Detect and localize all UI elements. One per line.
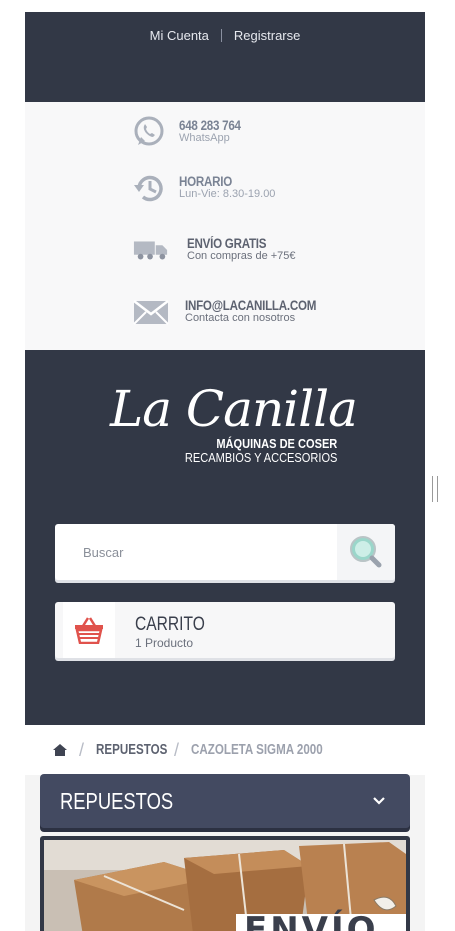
logo-script: La Canilla [110,380,358,438]
cart-title: CARRITO [135,614,205,635]
whatsapp-info[interactable]: 648 283 764 WhatsApp [131,114,251,150]
breadcrumb-item-repuestos[interactable]: REPUESTOS [96,742,167,758]
schedule-info: HORARIO Lun-Vie: 8.30-19.00 [131,170,275,206]
schedule-title: HORARIO [179,174,233,190]
home-icon[interactable] [53,743,67,757]
contact-info: 648 283 764 WhatsApp HORARIO Lun-Vie: 8.… [25,102,425,350]
my-account-link[interactable]: Mi Cuenta [150,28,209,43]
search-input[interactable] [55,524,337,580]
site-logo[interactable]: La Canilla MÁQUINAS DE COSER RECAMBIOS Y… [105,380,358,470]
email-address: INFO@LACANILLA.COM [185,298,317,314]
clock-history-icon [131,170,167,206]
breadcrumb-separator: / [174,739,180,760]
register-link[interactable]: Registrarse [234,28,300,43]
category-dropdown[interactable]: REPUESTOS [40,774,410,828]
whatsapp-number: 648 283 764 [179,118,241,134]
banner-text: ENVÍO [244,910,379,931]
envelope-icon [133,294,169,330]
page: Mi Cuenta Registrarse 648 283 764 WhatsAp… [25,12,425,931]
banner-image: ENVÍO [44,840,406,931]
top-bar: Mi Cuenta Registrarse [25,12,425,102]
schedule-hours: Lun-Vie: 8.30-19.00 [179,188,276,201]
search-box [55,524,395,580]
whatsapp-label: WhatsApp [179,132,230,145]
search-button[interactable] [337,524,395,580]
shipping-condition: Con compras de +75€ [187,250,296,263]
magnifier-icon [350,536,382,568]
cart-box[interactable]: CARRITO 1 Producto [55,602,395,658]
chevron-down-icon [373,797,385,805]
email-info[interactable]: INFO@LACANILLA.COM Contacta con nosotros [133,294,338,330]
basket-icon [63,602,115,658]
breadcrumb-item-current: CAZOLETA SIGMA 2000 [191,742,323,758]
logo-tagline-2: RECAMBIOS Y ACCESORIOS [184,450,337,465]
logo-tagline-1: MÁQUINAS DE COSER [216,436,337,451]
category-title: REPUESTOS [60,788,174,814]
brand-section: La Canilla MÁQUINAS DE COSER RECAMBIOS Y… [25,350,425,725]
truck-icon [133,232,169,268]
link-divider [220,29,222,43]
whatsapp-icon [131,114,167,150]
account-links: Mi Cuenta Registrarse [25,27,425,43]
shipping-title: ENVÍO GRATIS [187,236,267,252]
breadcrumb-separator: / [79,739,85,760]
email-subtitle: Contacta con nosotros [185,312,296,325]
promo-banner[interactable]: ENVÍO [40,836,410,931]
shipping-info: ENVÍO GRATIS Con compras de +75€ [133,232,296,268]
scrollbar-handle[interactable] [432,476,438,502]
breadcrumb: / REPUESTOS / CAZOLETA SIGMA 2000 [25,725,425,775]
cart-count: 1 Producto [135,636,194,650]
